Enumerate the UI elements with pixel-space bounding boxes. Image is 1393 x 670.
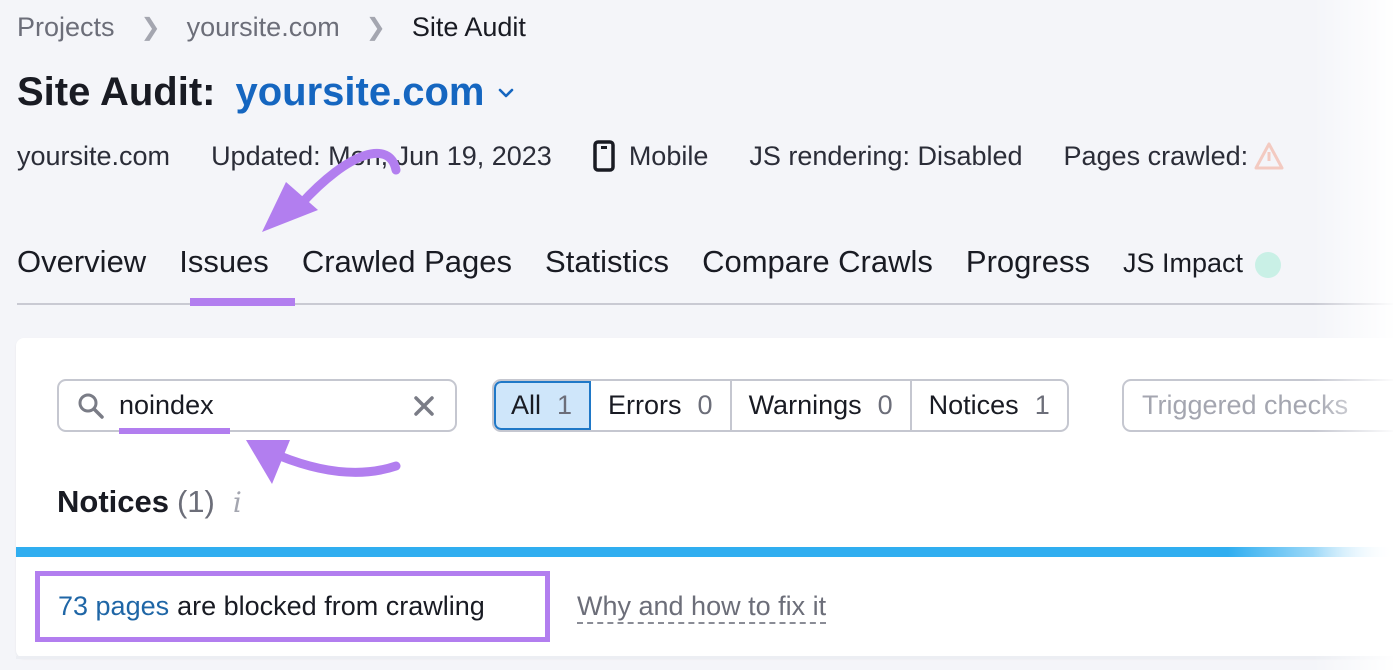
breadcrumb: Projects ❯ yoursite.com ❯ Site Audit [17, 12, 526, 43]
tab-crawled-pages[interactable]: Crawled Pages [302, 244, 512, 280]
search-input[interactable] [119, 390, 389, 421]
page-title: Site Audit: yoursite.com [17, 70, 516, 115]
issue-search[interactable] [57, 379, 457, 432]
mobile-device-icon [593, 140, 615, 172]
breadcrumb-current: Site Audit [411, 12, 526, 42]
issue-description: are blocked from crawling [177, 591, 485, 621]
tab-js-impact[interactable]: JS Impact [1123, 248, 1281, 280]
why-fix-link[interactable]: Why and how to fix it [577, 590, 827, 624]
breadcrumb-projects[interactable]: Projects [17, 12, 115, 43]
issue-row: 73 pages are blocked from crawling [35, 571, 550, 642]
meta-pages-crawled: Pages crawled: [1064, 141, 1285, 172]
active-tab-indicator [190, 298, 295, 306]
info-icon[interactable]: i [233, 486, 242, 519]
filter-warnings[interactable]: Warnings 0 [732, 381, 912, 430]
audit-tabs: Overview Issues Crawled Pages Statistics… [17, 244, 1314, 280]
audit-meta: yoursite.com Updated: Mon, Jun 19, 2023 … [17, 140, 1325, 172]
breadcrumb-project[interactable]: yoursite.com [187, 12, 340, 43]
tab-statistics[interactable]: Statistics [545, 244, 669, 280]
tab-compare-crawls[interactable]: Compare Crawls [702, 244, 933, 280]
filter-notices[interactable]: Notices 1 [912, 381, 1067, 430]
project-selector[interactable]: yoursite.com [236, 70, 485, 115]
filter-all[interactable]: All 1 [494, 381, 592, 430]
chevron-right-icon: ❯ [365, 14, 386, 41]
filter-errors[interactable]: Errors 0 [591, 381, 732, 430]
meta-js-rendering: JS rendering: Disabled [749, 140, 1023, 171]
search-icon [78, 393, 104, 419]
notices-heading: Notices (1) i [57, 484, 242, 519]
affected-pages-link[interactable]: 73 pages [58, 591, 169, 622]
meta-device: Mobile [593, 140, 708, 172]
severity-filter: All 1 Errors 0 Warnings 0 Notices 1 [492, 379, 1069, 432]
chevron-down-icon[interactable] [496, 83, 516, 103]
meta-domain: yoursite.com [17, 140, 171, 171]
new-badge [1255, 251, 1281, 278]
tab-issues[interactable]: Issues [179, 244, 269, 280]
warning-icon [1254, 142, 1284, 170]
chevron-right-icon: ❯ [140, 14, 161, 41]
meta-updated: Updated: Mon, Jun 19, 2023 [211, 140, 552, 171]
card-divider [16, 656, 1393, 659]
notice-color-bar [16, 547, 1393, 557]
annotation-underline [119, 428, 230, 434]
title-prefix: Site Audit: [17, 70, 216, 114]
close-icon[interactable] [413, 395, 435, 417]
triggered-checks-select[interactable]: Triggered checks [1122, 379, 1393, 432]
tab-progress[interactable]: Progress [966, 244, 1090, 280]
tab-overview[interactable]: Overview [17, 244, 146, 280]
